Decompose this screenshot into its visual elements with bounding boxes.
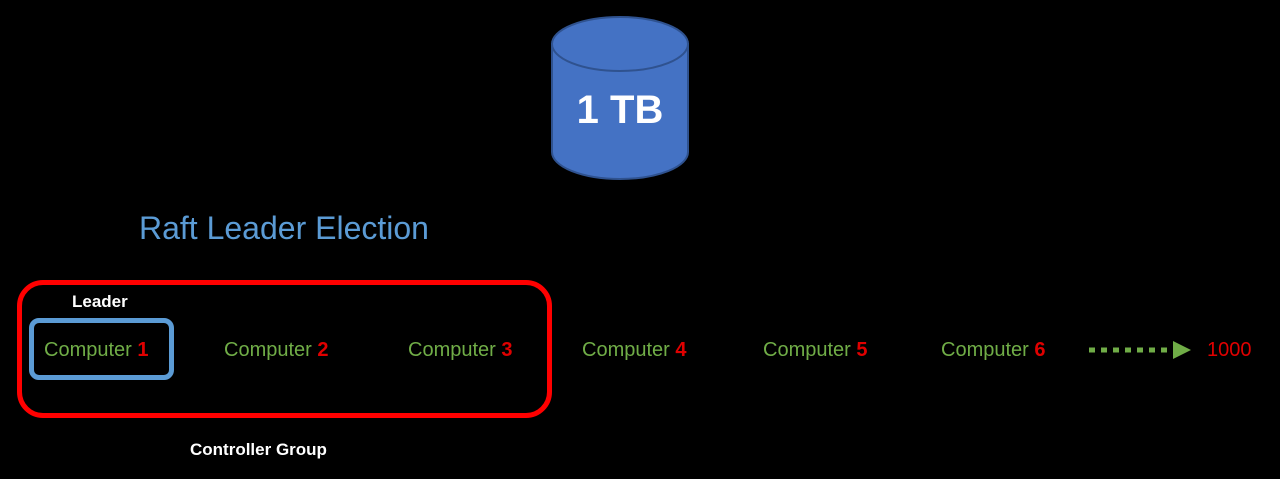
computer-node-5: Computer 5 xyxy=(763,337,868,363)
computer-node-2: Computer 2 xyxy=(224,337,329,363)
computer-number: 2 xyxy=(317,339,329,361)
computer-node-4: Computer 4 xyxy=(582,337,687,363)
database-label: 1 TB xyxy=(576,88,664,132)
end-count-label: 1000 xyxy=(1207,339,1252,361)
computer-name: Computer xyxy=(763,339,851,361)
dotted-arrow-right-icon xyxy=(1087,339,1193,361)
computer-name: Computer xyxy=(224,339,312,361)
computer-node-1: Computer 1 xyxy=(44,337,149,363)
diagram-title: Raft Leader Election xyxy=(139,210,429,246)
computer-number: 4 xyxy=(675,339,687,361)
computer-name: Computer xyxy=(941,339,1029,361)
diagram-canvas: 1 TB Raft Leader Election Leader Control… xyxy=(0,0,1280,479)
computer-number: 6 xyxy=(1034,339,1046,361)
computer-node-6: Computer 6 xyxy=(941,337,1046,363)
computer-number: 5 xyxy=(856,339,868,361)
computer-name: Computer xyxy=(44,339,132,361)
computer-node-3: Computer 3 xyxy=(408,337,513,363)
computer-name: Computer xyxy=(582,339,670,361)
controller-group-label: Controller Group xyxy=(190,440,327,459)
computer-number: 3 xyxy=(501,339,513,361)
leader-label: Leader xyxy=(72,292,128,311)
computer-number: 1 xyxy=(137,339,149,361)
computer-name: Computer xyxy=(408,339,496,361)
